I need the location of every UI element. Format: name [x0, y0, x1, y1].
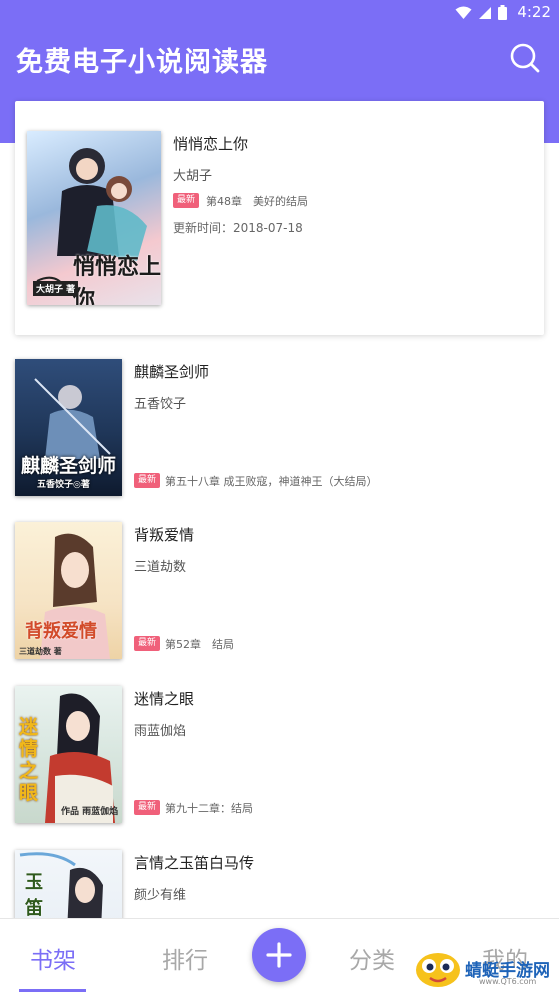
book-cover[interactable]: 迷情之眼 作品 雨蓝伽焰: [15, 686, 122, 823]
wifi-icon: [455, 6, 472, 19]
book-list-item[interactable]: 麒麟圣剑师 五香饺子◎著 麒麟圣剑师 五香饺子 最新 第五十八章 成王败寇，神道…: [0, 359, 559, 523]
book-author: 三道劫数: [134, 560, 187, 575]
watermark-url: www.QT6.com: [479, 977, 537, 986]
book-list-item[interactable]: 迷情之眼 作品 雨蓝伽焰 迷情之眼 雨蓝伽焰 最新 第九十二章：结局: [0, 686, 559, 850]
cover-subtitle: 三道劫数 著: [19, 647, 62, 656]
watermark: 蜻蜓手游网 www.QT6.com: [413, 944, 559, 993]
cover-title: 迷情之眼: [19, 716, 39, 804]
cover-title: 麒麟圣剑师: [21, 455, 117, 477]
book-author: 大胡子: [173, 169, 213, 184]
featured-book-card[interactable]: 悄悄恋上你 大胡子 著 悄悄恋上你 大胡子 最新 第48章 美好的结局 更新时间…: [15, 101, 544, 335]
book-author: 五香饺子: [134, 397, 187, 412]
cover-title: 玉笛: [25, 872, 43, 919]
cover-subtitle: 五香饺子◎著: [37, 480, 90, 490]
search-icon[interactable]: [509, 42, 541, 74]
book-author: 颜少有维: [134, 888, 187, 903]
status-bar: 4:22: [0, 0, 559, 26]
featured-cover-tag: 大胡子 著: [33, 281, 79, 296]
latest-chapter: 第九十二章：结局: [165, 802, 253, 815]
battery-icon: [498, 5, 507, 20]
nav-bookshelf[interactable]: 书架: [30, 941, 76, 975]
app-screen: 4:22 免费电子小说阅读器 悄悄恋上你 大胡子 著 悄悄恋上你 大胡子 最新: [0, 0, 559, 993]
add-book-button[interactable]: [252, 928, 306, 982]
status-time: 4:22: [517, 3, 551, 21]
book-cover[interactable]: 麒麟圣剑师 五香饺子◎著: [15, 359, 122, 496]
book-title: 言情之玉笛白马传: [134, 854, 255, 872]
signal-icon: [479, 6, 491, 19]
nav-category[interactable]: 分类: [349, 941, 395, 975]
latest-chapter: 第52章 结局: [165, 638, 234, 651]
status-icons: [455, 5, 507, 20]
book-list-item[interactable]: 背叛爱情 三道劫数 著 背叛爱情 三道劫数 最新 第52章 结局: [0, 522, 559, 686]
book-author: 雨蓝伽焰: [134, 724, 187, 739]
book-title: 麒麟圣剑师: [134, 363, 210, 381]
latest-badge: 最新: [134, 800, 161, 815]
cover-subtitle: 作品 雨蓝伽焰: [61, 807, 119, 817]
featured-book-cover[interactable]: 悄悄恋上你 大胡子 著: [27, 131, 161, 305]
app-title: 免费电子小说阅读器: [16, 47, 268, 78]
dragonfly-logo-icon: [416, 953, 460, 987]
nav-active-indicator: [19, 989, 86, 992]
cover-title: 背叛爱情: [25, 621, 97, 642]
update-time: 更新时间：2018-07-18: [173, 221, 303, 235]
latest-chapter: 第48章 美好的结局: [206, 195, 308, 208]
featured-cover-title: 悄悄恋上你: [73, 255, 161, 305]
book-cover[interactable]: 背叛爱情 三道劫数 著: [15, 522, 122, 659]
plus-icon: [266, 942, 292, 968]
nav-ranking[interactable]: 排行: [162, 941, 208, 975]
book-title: 背叛爱情: [134, 526, 195, 544]
book-title: 迷情之眼: [134, 690, 195, 708]
latest-chapter: 第五十八章 成王败寇，神道神王（大结局）: [165, 475, 378, 488]
latest-badge: 最新: [134, 636, 161, 651]
book-title: 悄悄恋上你: [173, 135, 249, 153]
latest-badge: 最新: [134, 473, 161, 488]
latest-badge: 最新: [173, 193, 200, 208]
